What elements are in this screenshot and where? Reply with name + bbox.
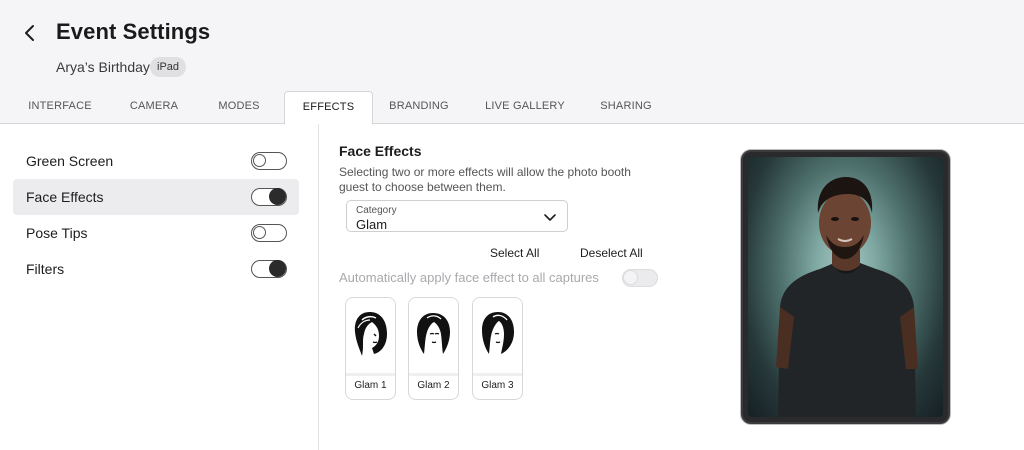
effect-card-glam-2[interactable]: Glam 2 — [408, 297, 459, 400]
sidebar-item-filters[interactable]: Filters — [13, 251, 299, 287]
woman-silhouette-icon — [354, 312, 387, 356]
tab-interface[interactable]: INTERFACE — [18, 91, 102, 124]
page-title: Event Settings — [56, 19, 211, 44]
section-description: Selecting two or more effects will allow… — [339, 165, 631, 194]
card-strip — [473, 373, 522, 376]
chevron-down-icon — [544, 214, 556, 221]
toggle-knob — [623, 270, 638, 285]
camera-preview — [748, 157, 943, 417]
sidebar-item-face-effects[interactable]: Face Effects — [13, 179, 299, 215]
effect-thumbnail — [409, 298, 458, 373]
effect-thumbnail — [346, 298, 395, 373]
effect-thumbnail — [473, 298, 522, 373]
device-badge: iPad — [150, 57, 187, 77]
tab-sharing[interactable]: SHARING — [592, 91, 660, 124]
toggle-knob — [269, 187, 286, 205]
auto-apply-toggle[interactable] — [622, 269, 658, 287]
tab-camera[interactable]: CAMERA — [118, 91, 190, 124]
woman-silhouette-icon — [417, 313, 450, 354]
ipad-preview-frame — [741, 150, 950, 424]
tab-branding[interactable]: BRANDING — [382, 91, 456, 124]
toggle-knob — [269, 259, 286, 277]
tab-effects[interactable]: EFFECTS — [284, 91, 373, 125]
toggle-knob — [253, 154, 266, 167]
effect-card-glam-1[interactable]: Glam 1 — [345, 297, 396, 400]
select-all-button[interactable]: Select All — [490, 246, 539, 260]
header: Event Settings Arya’s Birthday iPad INTE… — [0, 0, 1024, 125]
sidebar-item-label: Pose Tips — [26, 225, 88, 241]
back-chevron-icon[interactable] — [20, 22, 40, 44]
tab-modes[interactable]: MODES — [206, 91, 272, 124]
category-select[interactable]: Category Glam — [346, 200, 568, 232]
sidebar-item-label: Face Effects — [26, 189, 104, 205]
category-select-label: Category — [356, 205, 397, 216]
pose-tips-toggle[interactable] — [251, 224, 287, 242]
effect-card-glam-3[interactable]: Glam 3 — [472, 297, 523, 400]
panel-divider — [318, 124, 319, 450]
card-strip — [346, 373, 395, 376]
person-photo — [776, 177, 918, 417]
sidebar-item-green-screen[interactable]: Green Screen — [13, 143, 299, 179]
filters-toggle[interactable] — [251, 259, 287, 278]
sidebar-item-label: Filters — [26, 261, 65, 277]
auto-apply-label: Automatically apply face effect to all c… — [339, 270, 599, 285]
deselect-all-button[interactable]: Deselect All — [580, 246, 643, 260]
section-title: Face Effects — [339, 143, 422, 159]
card-strip — [409, 373, 458, 376]
sidebar-item-label: Green Screen — [26, 153, 114, 169]
category-select-value: Glam — [356, 217, 388, 232]
sidebar-item-pose-tips[interactable]: Pose Tips — [13, 215, 299, 251]
woman-silhouette-icon — [482, 312, 514, 354]
effect-card-label: Glam 2 — [417, 380, 450, 391]
face-effects-toggle[interactable] — [251, 187, 287, 206]
event-name: Arya’s Birthday — [56, 59, 150, 75]
green-screen-toggle[interactable] — [251, 152, 287, 170]
tab-bar: INTERFACE CAMERA MODES EFFECTS BRANDING … — [0, 91, 1024, 125]
effect-card-label: Glam 3 — [481, 380, 514, 391]
effect-card-label: Glam 1 — [354, 380, 387, 391]
toggle-knob — [253, 226, 266, 239]
tab-live-gallery[interactable]: LIVE GALLERY — [478, 91, 572, 124]
